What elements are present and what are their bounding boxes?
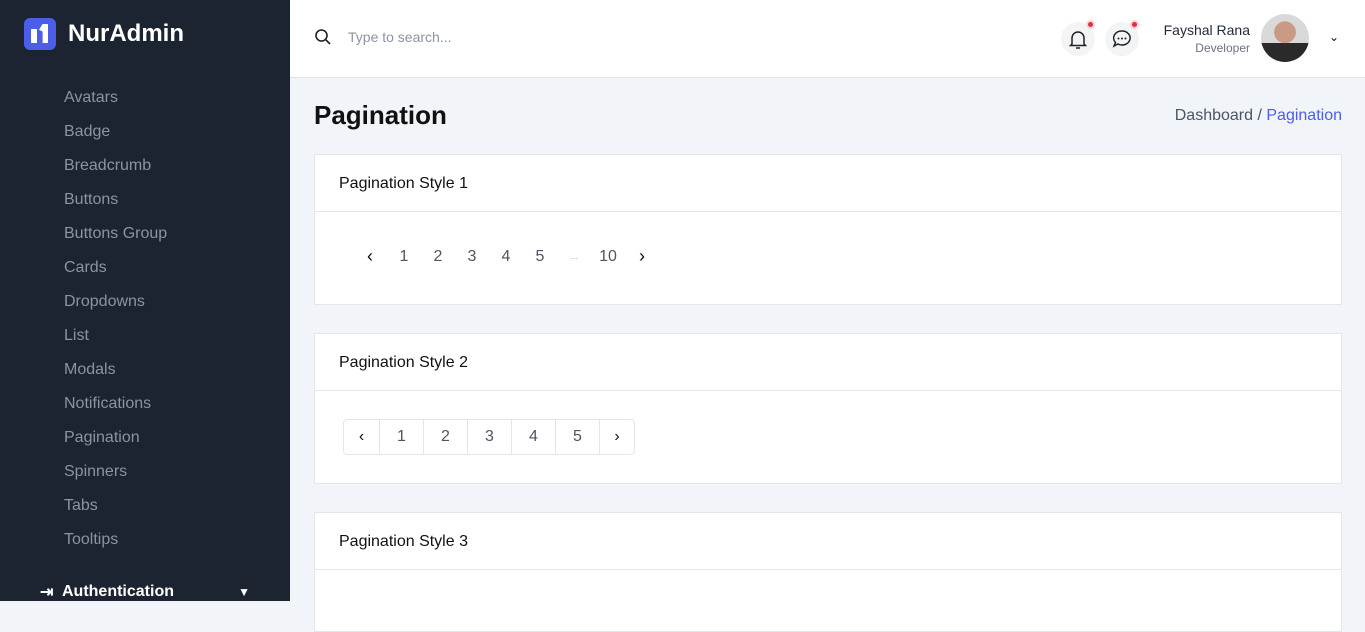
user-info[interactable]: Fayshal Rana Developer <box>1164 22 1250 55</box>
sidebar-section-authentication[interactable]: ⇥ Authentication ▼ <box>40 582 250 602</box>
search-icon <box>315 29 331 45</box>
page-link[interactable]: 2 <box>423 420 467 454</box>
sidebar-item-cards[interactable]: Cards <box>64 254 167 288</box>
sidebar-item-pagination[interactable]: Pagination <box>64 424 167 458</box>
notification-dot <box>1086 20 1095 29</box>
card-title: Pagination Style 2 <box>315 334 1341 391</box>
message-dot <box>1130 20 1139 29</box>
page-link[interactable]: 3 <box>467 420 511 454</box>
section-label: Authentication <box>62 583 174 600</box>
user-name: Fayshal Rana <box>1163 22 1250 38</box>
breadcrumb-current: Pagination <box>1266 107 1342 124</box>
card-title: Pagination Style 3 <box>315 513 1341 570</box>
sidebar: NurAdmin Avatars Badge Breadcrumb Button… <box>0 0 290 601</box>
chevron-right-icon[interactable]: › <box>625 246 659 267</box>
ellipsis: ... <box>570 252 578 261</box>
chevron-left-icon[interactable]: ‹ <box>353 246 387 267</box>
sidebar-item-breadcrumb[interactable]: Breadcrumb <box>64 152 167 186</box>
sidebar-item-spinners[interactable]: Spinners <box>64 458 167 492</box>
chat-icon <box>1112 30 1131 48</box>
sidebar-item-notifications[interactable]: Notifications <box>64 390 167 424</box>
sidebar-item-tooltips[interactable]: Tooltips <box>64 526 167 560</box>
page-link[interactable]: 1 <box>379 420 423 454</box>
chevron-right-icon[interactable]: › <box>599 420 634 454</box>
search-bar <box>314 28 648 46</box>
sidebar-item-list[interactable]: List <box>64 322 167 356</box>
sidebar-item-tabs[interactable]: Tabs <box>64 492 167 526</box>
pagination-2: ‹ 1 2 3 4 5 › <box>343 419 635 455</box>
card-pagination-style-3: Pagination Style 3 <box>314 512 1342 632</box>
login-icon: ⇥ <box>40 584 54 601</box>
card-title: Pagination Style 1 <box>315 155 1341 212</box>
breadcrumb: Dashboard / Pagination <box>1175 107 1342 125</box>
page-link[interactable]: 5 <box>523 248 557 266</box>
breadcrumb-dashboard[interactable]: Dashboard / <box>1175 107 1262 124</box>
brand-name: NurAdmin <box>68 20 184 47</box>
chevron-left-icon[interactable]: ‹ <box>344 420 379 454</box>
page-link[interactable]: 3 <box>455 248 489 266</box>
chevron-down-icon: ▼ <box>238 585 250 599</box>
bell-icon <box>1069 31 1087 49</box>
card-pagination-style-1: Pagination Style 1 ‹ 1 2 3 4 5 ... 10 › <box>314 154 1342 305</box>
page-link[interactable]: 4 <box>489 248 523 266</box>
sidebar-item-buttons-group[interactable]: Buttons Group <box>64 220 167 254</box>
chevron-down-icon[interactable]: ⌄ <box>1329 30 1339 44</box>
sidebar-item-avatars[interactable]: Avatars <box>64 84 167 118</box>
page-link[interactable]: 2 <box>421 248 455 266</box>
sidebar-item-badge[interactable]: Badge <box>64 118 167 152</box>
sidebar-item-dropdowns[interactable]: Dropdowns <box>64 288 167 322</box>
pagination-1: ‹ 1 2 3 4 5 ... 10 › <box>315 212 1341 267</box>
page-link[interactable]: 10 <box>591 248 625 266</box>
page-link[interactable]: 4 <box>511 420 555 454</box>
page-link[interactable]: 1 <box>387 248 421 266</box>
avatar[interactable] <box>1261 14 1309 62</box>
sidebar-item-buttons[interactable]: Buttons <box>64 186 167 220</box>
topbar: Fayshal Rana Developer ⌄ <box>290 0 1365 78</box>
page-title: Pagination <box>314 100 447 130</box>
user-role: Developer <box>1195 41 1250 55</box>
messages-button[interactable] <box>1105 20 1139 56</box>
search-input[interactable] <box>348 29 648 45</box>
logo[interactable]: NurAdmin <box>24 18 184 50</box>
logo-icon <box>24 18 56 50</box>
sidebar-nav: Avatars Badge Breadcrumb Buttons Buttons… <box>64 84 167 560</box>
page-link[interactable]: 5 <box>555 420 599 454</box>
card-pagination-style-2: Pagination Style 2 ‹ 1 2 3 4 5 › <box>314 333 1342 484</box>
sidebar-item-modals[interactable]: Modals <box>64 356 167 390</box>
notifications-button[interactable] <box>1061 20 1095 56</box>
